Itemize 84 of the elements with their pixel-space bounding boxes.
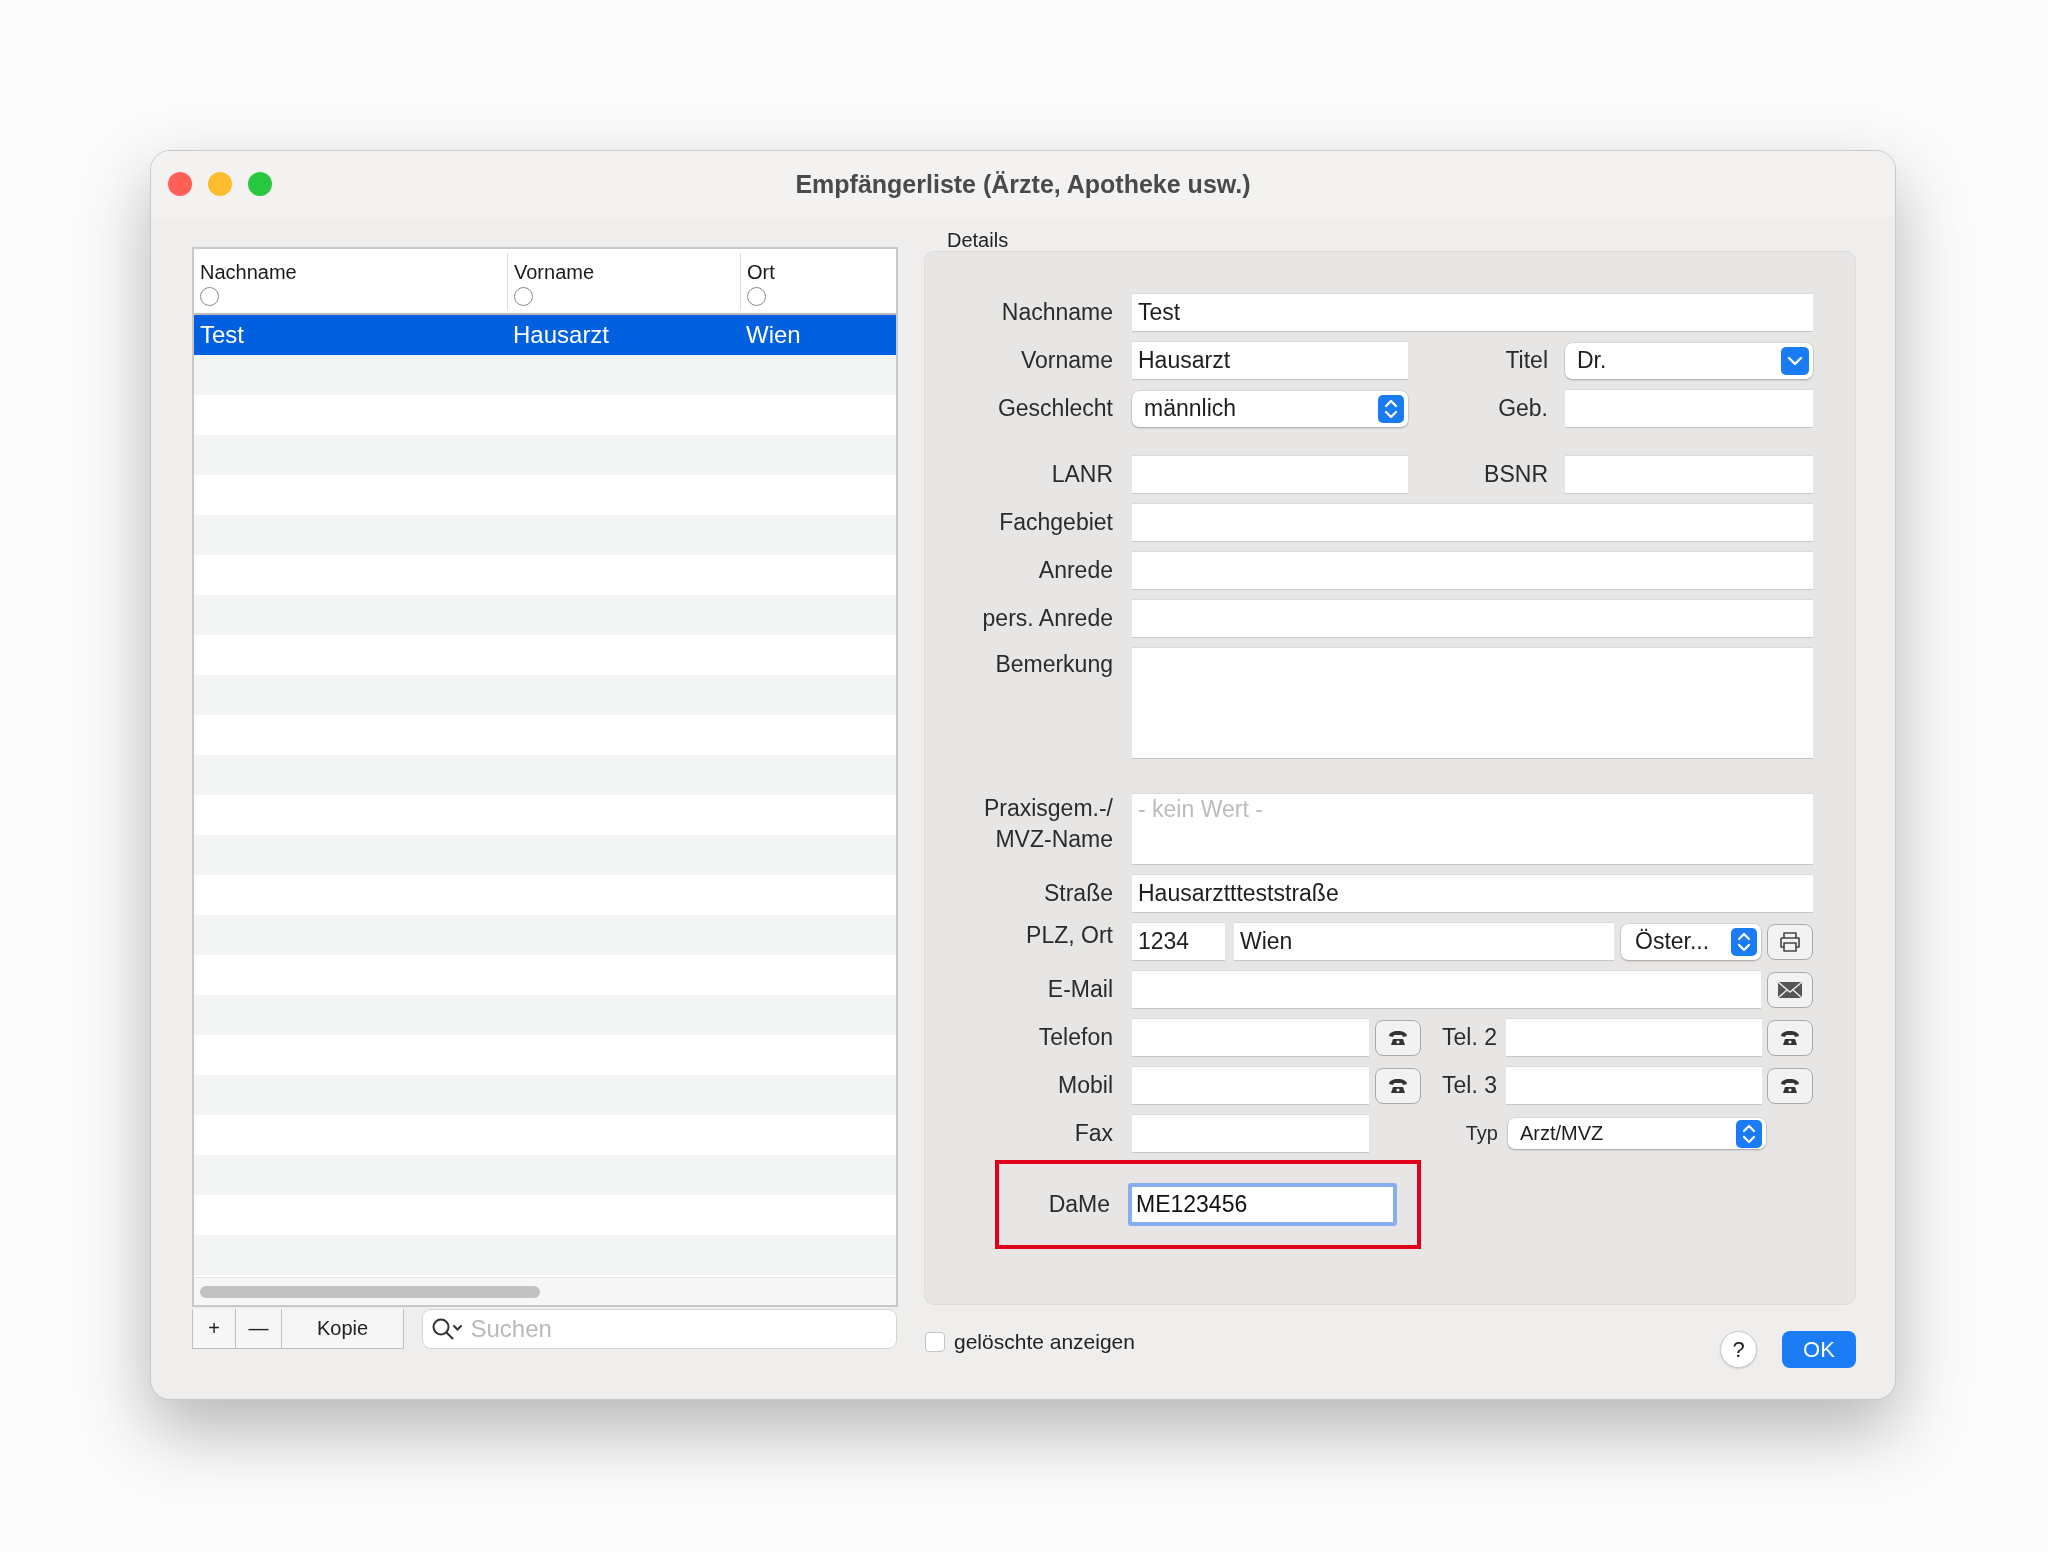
input-field[interactable]: Hausarzt — [1132, 341, 1408, 380]
input-field[interactable] — [1132, 1066, 1369, 1105]
envelope-icon — [1777, 980, 1803, 999]
phone-icon — [1780, 1029, 1800, 1046]
field-label: Anrede — [1037, 557, 1113, 584]
select-field[interactable]: Dr. — [1565, 342, 1813, 379]
input-field[interactable] — [1506, 1018, 1762, 1057]
add-button[interactable]: + — [192, 1309, 236, 1349]
input-field[interactable]: ME123456 — [1128, 1183, 1397, 1226]
column-header[interactable]: Nachname — [200, 261, 297, 284]
stepper-icon — [1731, 927, 1757, 956]
search-field[interactable]: Suchen — [422, 1310, 896, 1348]
field-label: DaMe — [1047, 1191, 1110, 1218]
phone-icon — [1388, 1077, 1408, 1094]
close-button[interactable] — [168, 172, 192, 196]
field-label: LANR — [1050, 461, 1113, 488]
text-area[interactable]: - kein Wert - — [1132, 793, 1813, 865]
input-field[interactable]: Test — [1132, 293, 1813, 332]
remove-button[interactable]: — — [234, 1309, 283, 1349]
help-button[interactable]: ? — [1720, 1331, 1757, 1368]
column-header[interactable]: Ort — [747, 261, 775, 284]
phone-icon — [1780, 1077, 1800, 1094]
phone-icon — [1388, 1029, 1408, 1046]
input-field[interactable] — [1506, 1066, 1762, 1105]
table-row[interactable]: Test Hausarzt Wien — [194, 315, 896, 355]
field-label: Geschlecht — [996, 395, 1113, 422]
input-field[interactable] — [1132, 455, 1408, 494]
checkbox[interactable] — [925, 1331, 945, 1352]
select-field[interactable]: Arzt/MVZ — [1508, 1118, 1766, 1149]
field-label: Geb. — [1497, 395, 1548, 422]
field-label: Tel. 2 — [1441, 1024, 1497, 1051]
field-label: Typ — [1464, 1122, 1498, 1145]
field-label: E-Mail — [1046, 976, 1113, 1003]
field-label: Vorname — [1019, 347, 1113, 374]
field-label: Praxisgem.-/ MVZ-Name — [982, 794, 1113, 854]
input-field[interactable] — [1565, 455, 1813, 494]
printer-icon — [1778, 930, 1802, 953]
table-cell-text: Wien — [745, 321, 801, 349]
window-title: Empfängerliste (Ärzte, Apotheke usw.) — [795, 169, 1251, 199]
input-field[interactable] — [1132, 970, 1761, 1009]
email-button[interactable] — [1767, 971, 1813, 1008]
copy-button[interactable]: Kopie — [281, 1309, 404, 1349]
chevron-down-icon — [1781, 346, 1809, 375]
field-label: Telefon — [1037, 1024, 1113, 1051]
field-label: PLZ, Ort — [1025, 922, 1113, 949]
field-label: BSNR — [1483, 461, 1548, 488]
input-field[interactable] — [1565, 389, 1813, 428]
text-area[interactable] — [1132, 647, 1813, 759]
input-field[interactable]: Hausarzttteststraße — [1132, 874, 1813, 913]
call-button[interactable] — [1767, 1019, 1813, 1056]
stepper-icon — [1736, 1119, 1762, 1148]
ok-button[interactable]: OK — [1782, 1331, 1856, 1368]
scrollbar-thumb[interactable] — [200, 1285, 540, 1298]
checkbox-label: gelöschte anzeigen — [954, 1329, 1135, 1354]
field-label: Titel — [1504, 347, 1548, 374]
table-cell-text: Hausarzt — [512, 321, 610, 349]
input-field[interactable]: 1234 — [1132, 922, 1225, 961]
table-cell-text: Test — [199, 321, 244, 349]
stepper-icon — [1378, 394, 1404, 423]
zoom-button[interactable] — [248, 172, 272, 196]
field-label: Mobil — [1057, 1072, 1113, 1099]
field-label: Fax — [1073, 1120, 1113, 1147]
print-button[interactable] — [1767, 923, 1813, 960]
column-header[interactable]: Vorname — [514, 261, 595, 284]
input-field[interactable] — [1132, 551, 1813, 590]
field-label: Fachgebiet — [998, 509, 1113, 536]
select-field[interactable]: Öster... — [1621, 923, 1761, 960]
input-field[interactable]: Wien — [1234, 922, 1614, 961]
section-title: Details — [947, 229, 1009, 251]
call-button[interactable] — [1375, 1019, 1421, 1056]
search-icon — [430, 1317, 463, 1341]
field-label: Nachname — [1000, 299, 1113, 326]
minimize-button[interactable] — [208, 172, 232, 196]
input-field[interactable] — [1132, 1114, 1369, 1153]
input-field[interactable] — [1132, 503, 1813, 542]
input-field[interactable] — [1132, 599, 1813, 638]
call-button[interactable] — [1375, 1067, 1421, 1104]
field-label: pers. Anrede — [981, 605, 1113, 632]
field-label: Tel. 3 — [1441, 1072, 1497, 1099]
select-field[interactable]: männlich — [1132, 390, 1408, 427]
field-label: Straße — [1042, 880, 1113, 907]
input-field[interactable] — [1132, 1018, 1369, 1057]
field-label: Bemerkung — [994, 650, 1113, 678]
call-button[interactable] — [1767, 1067, 1813, 1104]
